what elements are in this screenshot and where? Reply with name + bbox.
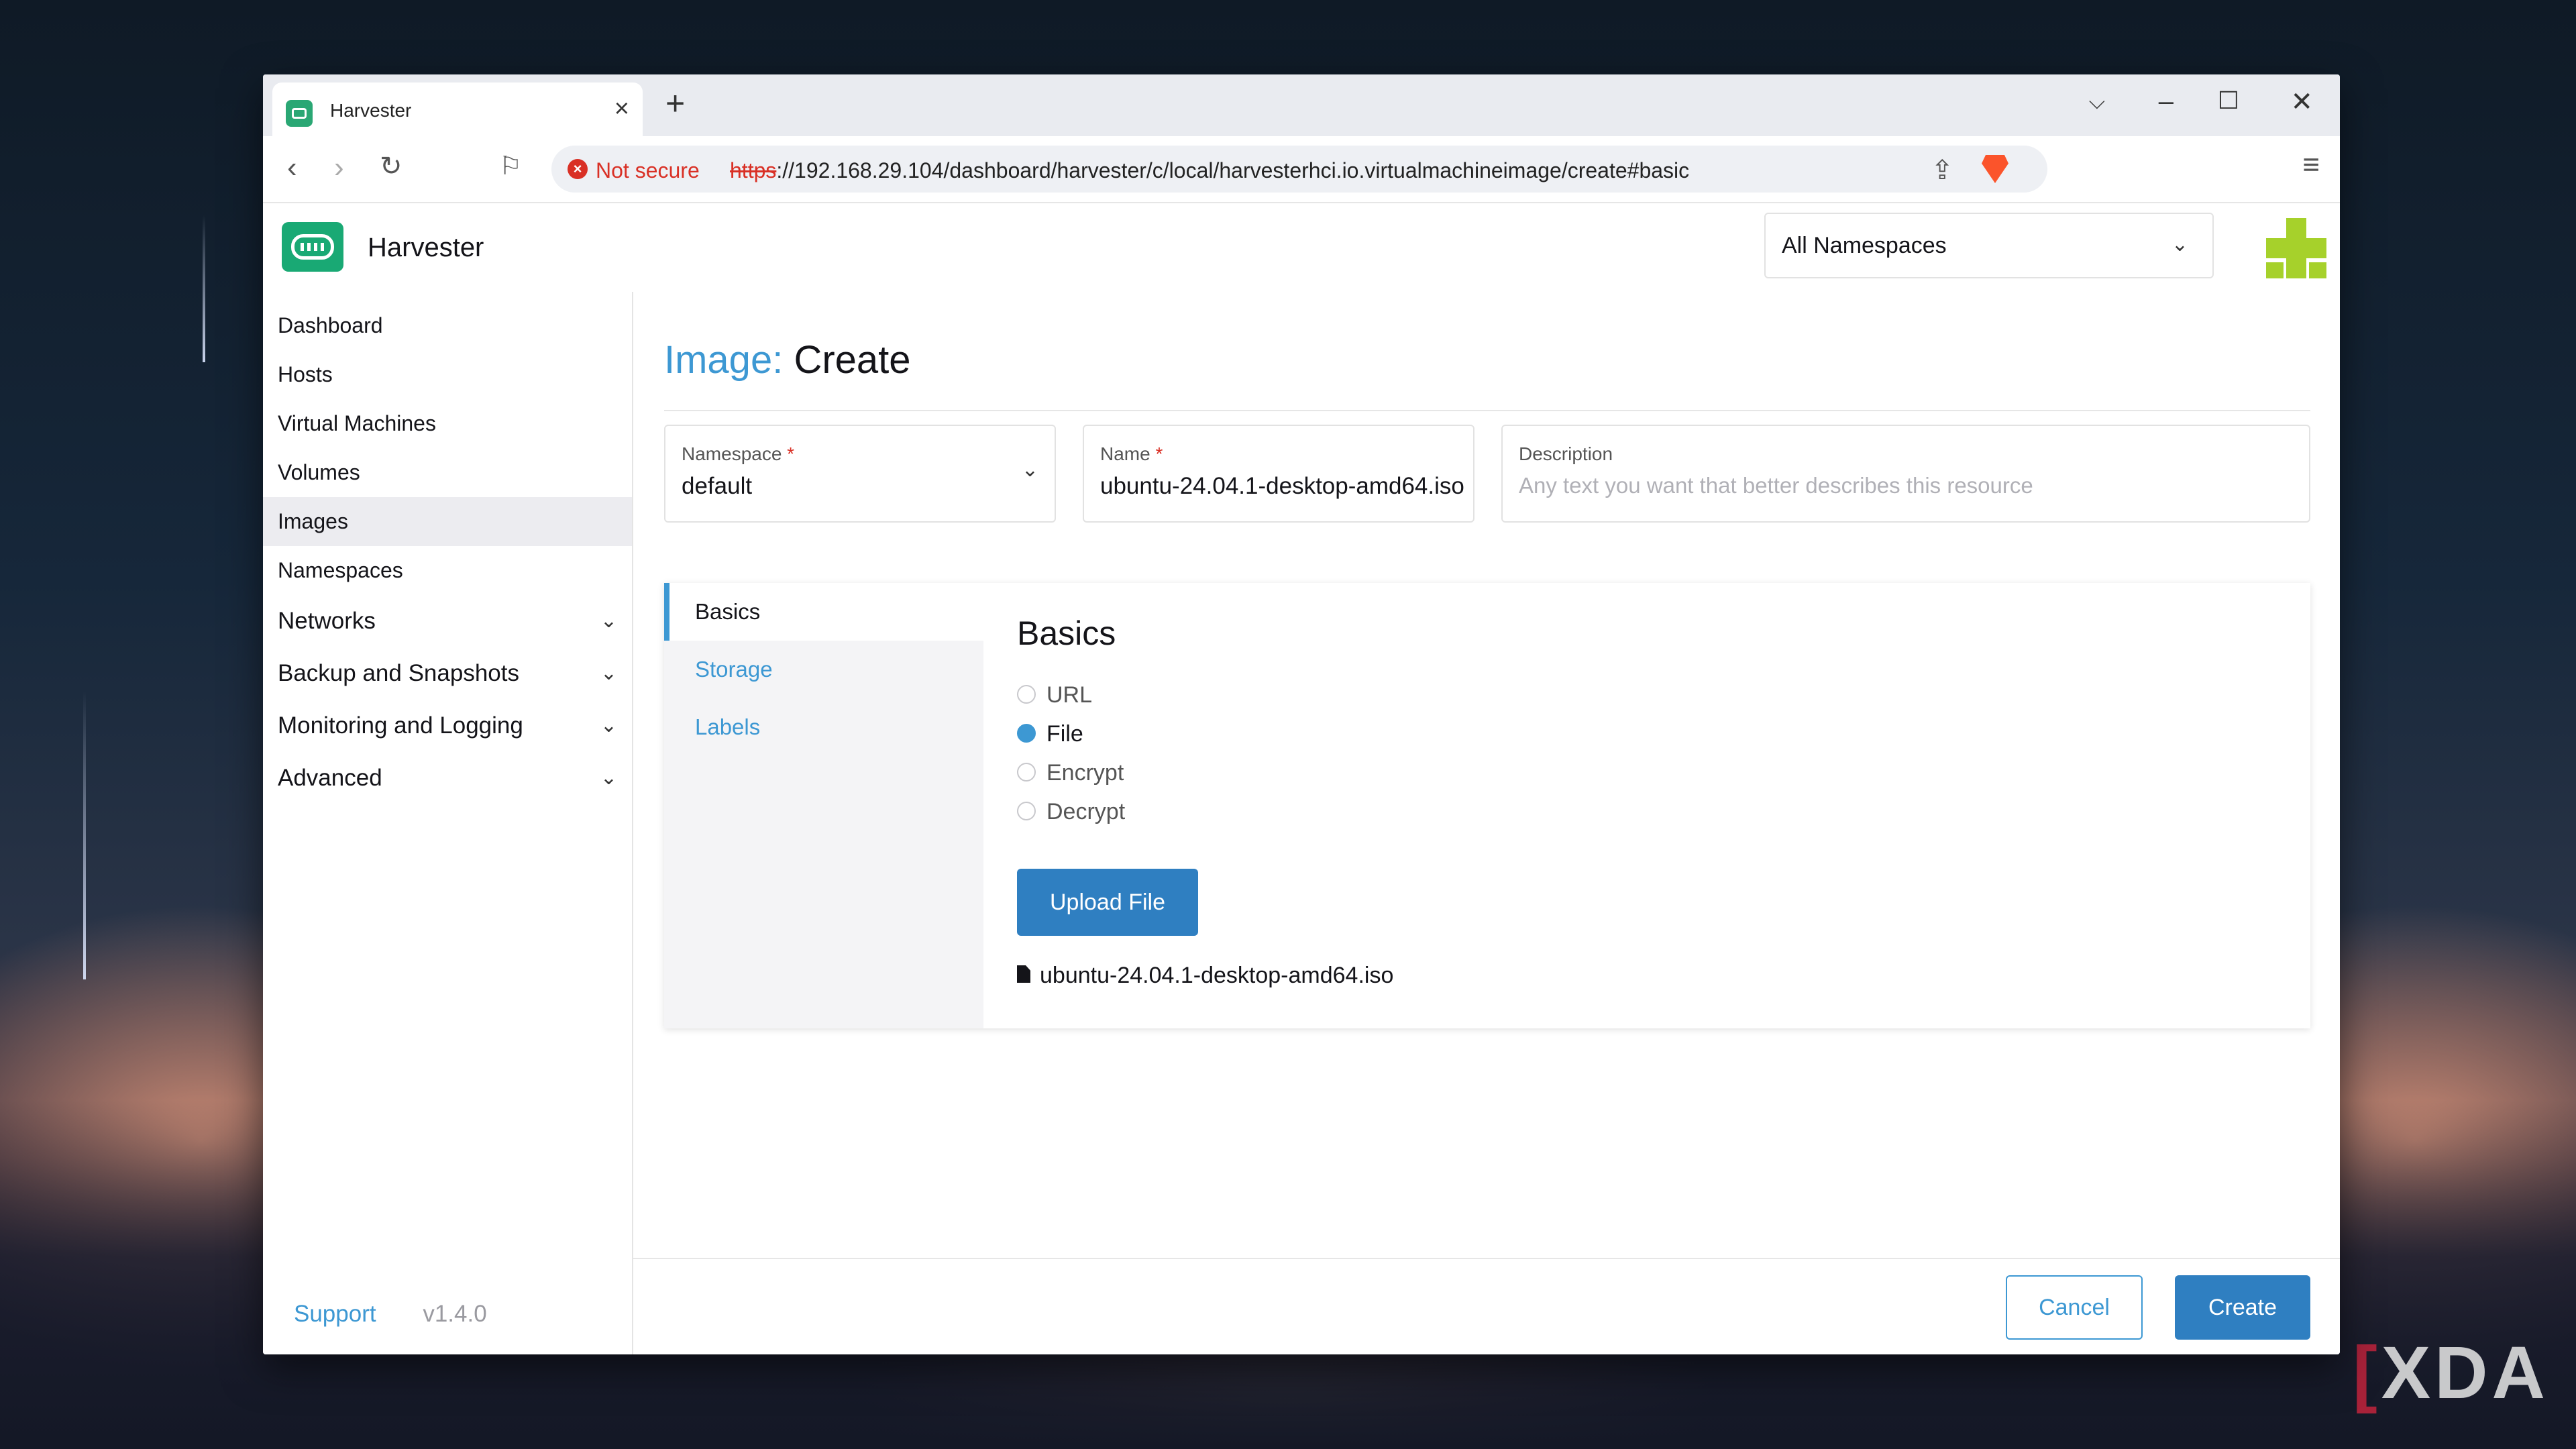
- app-header: Harvester All Namespaces ⌄: [263, 203, 2340, 293]
- page-title-action: Create: [794, 338, 911, 382]
- chevron-down-icon: ⌄: [600, 714, 617, 737]
- sidebar-group-monitoring[interactable]: Monitoring and Logging ⌄: [263, 700, 632, 752]
- sidebar-group-backup[interactable]: Backup and Snapshots ⌄: [263, 647, 632, 700]
- radio-circle: [1017, 802, 1036, 821]
- browser-tab[interactable]: Harvester ×: [272, 83, 643, 136]
- light-streak: [83, 691, 86, 979]
- image-form-card: Basics Storage Labels Basics URL File En…: [664, 583, 2310, 1028]
- harvester-favicon-icon: [286, 100, 313, 127]
- form-footer: Cancel Create: [633, 1258, 2340, 1354]
- bookmark-icon[interactable]: ⚐: [499, 151, 522, 181]
- radio-file[interactable]: File: [1017, 717, 1083, 751]
- page-title: Image: Create: [664, 337, 911, 382]
- back-icon[interactable]: ‹: [287, 151, 297, 184]
- namespace-filter-select[interactable]: All Namespaces ⌄: [1764, 213, 2214, 278]
- app-name: Harvester: [368, 233, 484, 262]
- tab-labels[interactable]: Labels: [664, 698, 983, 756]
- radio-circle: [1017, 685, 1036, 704]
- close-window-icon[interactable]: ✕: [2290, 87, 2313, 117]
- basics-panel: Basics URL File Encrypt Decrypt Upload F…: [983, 583, 2310, 1028]
- namespace-select[interactable]: Namespace * default ⌄: [664, 425, 1056, 523]
- sidebar-group-advanced[interactable]: Advanced ⌄: [263, 752, 632, 804]
- xda-logo: [XDA: [2353, 1332, 2549, 1414]
- url-text[interactable]: https://192.168.29.104/dashboard/harvest…: [730, 158, 1689, 183]
- maximize-icon[interactable]: ☐: [2218, 87, 2239, 115]
- description-field[interactable]: Description Any text you want that bette…: [1501, 425, 2310, 523]
- chevron-down-icon: ⌄: [1021, 459, 1038, 481]
- address-bar[interactable]: × Not secure https://192.168.29.104/dash…: [551, 146, 2047, 193]
- sidebar: Dashboard Hosts Virtual Machines Volumes…: [263, 292, 633, 1354]
- sidebar-item-volumes[interactable]: Volumes: [263, 448, 632, 497]
- chevron-down-icon: ⌄: [600, 767, 617, 789]
- chevron-down-icon: ⌄: [2171, 233, 2188, 256]
- radio-encrypt[interactable]: Encrypt: [1017, 756, 1124, 790]
- browser-window: Harvester × + ⌵ – ☐ ✕ ‹ › ↻ ⚐ × Not secu…: [263, 74, 2340, 1354]
- tab-title: Harvester: [330, 100, 412, 121]
- tab-storage[interactable]: Storage: [664, 641, 983, 698]
- file-icon: [1017, 965, 1030, 983]
- sidebar-item-virtual-machines[interactable]: Virtual Machines: [263, 399, 632, 448]
- forward-icon[interactable]: ›: [334, 151, 344, 184]
- tab-search-chevron-icon[interactable]: ⌵: [2089, 89, 2105, 115]
- brave-shields-icon[interactable]: [1982, 155, 2008, 183]
- radio-url[interactable]: URL: [1017, 678, 1092, 712]
- side-tabs: Basics Storage Labels: [664, 583, 983, 1028]
- uploaded-file: ubuntu-24.04.1-desktop-amd64.iso: [1017, 963, 1393, 989]
- chevron-down-icon: ⌄: [600, 610, 617, 632]
- radio-circle-selected: [1017, 724, 1036, 743]
- security-label: Not secure: [596, 158, 700, 182]
- cancel-button[interactable]: Cancel: [2006, 1275, 2143, 1340]
- divider: [664, 410, 2310, 411]
- create-button[interactable]: Create: [2175, 1275, 2310, 1340]
- radio-decrypt[interactable]: Decrypt: [1017, 795, 1125, 828]
- tab-basics[interactable]: Basics: [664, 583, 983, 641]
- sidebar-group-label: Backup and Snapshots: [278, 660, 519, 686]
- not-secure-icon: ×: [568, 159, 588, 179]
- sidebar-item-namespaces[interactable]: Namespaces: [263, 546, 632, 595]
- namespace-filter-value: All Namespaces: [1782, 233, 1947, 258]
- sidebar-group-label: Advanced: [278, 765, 382, 791]
- version-label: v1.4.0: [423, 1301, 487, 1327]
- browser-menu-icon[interactable]: ≡: [2302, 148, 2320, 182]
- uploaded-file-name: ubuntu-24.04.1-desktop-amd64.iso: [1040, 963, 1394, 988]
- reload-icon[interactable]: ↻: [380, 151, 402, 182]
- sidebar-footer: Support v1.4.0: [294, 1301, 487, 1328]
- main-content: Image: Create Namespace * default ⌄ Name…: [633, 292, 2340, 1354]
- upload-file-button[interactable]: Upload File: [1017, 869, 1198, 936]
- browser-toolbar: ‹ › ↻ ⚐ × Not secure https://192.168.29.…: [263, 136, 2340, 203]
- tab-strip: Harvester × + ⌵ – ☐ ✕: [263, 74, 2340, 136]
- share-icon[interactable]: ⇪: [1931, 155, 1953, 186]
- name-label: Name *: [1100, 443, 1163, 464]
- url-scheme: https: [730, 158, 777, 182]
- sidebar-group-label: Monitoring and Logging: [278, 712, 523, 739]
- sidebar-item-images[interactable]: Images: [263, 497, 632, 546]
- page-title-kind: Image:: [664, 338, 784, 382]
- description-placeholder: Any text you want that better describes …: [1519, 473, 2033, 498]
- close-tab-icon[interactable]: ×: [614, 95, 629, 123]
- name-field[interactable]: Name * ubuntu-24.04.1-desktop-amd64.iso: [1083, 425, 1474, 523]
- namespace-label: Namespace *: [682, 443, 795, 464]
- section-title: Basics: [1017, 614, 1116, 652]
- support-link[interactable]: Support: [294, 1301, 376, 1327]
- sidebar-item-dashboard[interactable]: Dashboard: [263, 301, 632, 350]
- sidebar-group-networks[interactable]: Networks ⌄: [263, 595, 632, 647]
- sidebar-group-label: Networks: [278, 608, 376, 634]
- radio-circle: [1017, 763, 1036, 782]
- chevron-down-icon: ⌄: [600, 662, 617, 684]
- description-label: Description: [1519, 443, 1613, 464]
- url-path: ://192.168.29.104/dashboard/harvester/c/…: [776, 158, 1690, 182]
- minimize-icon[interactable]: –: [2159, 87, 2174, 117]
- sidebar-item-hosts[interactable]: Hosts: [263, 350, 632, 399]
- light-streak: [203, 215, 205, 362]
- namespace-value: default: [682, 473, 753, 499]
- harvester-logo-icon[interactable]: [282, 222, 343, 272]
- user-avatar[interactable]: [2266, 218, 2326, 278]
- name-value: ubuntu-24.04.1-desktop-amd64.iso: [1100, 473, 1464, 499]
- new-tab-icon[interactable]: +: [665, 84, 685, 123]
